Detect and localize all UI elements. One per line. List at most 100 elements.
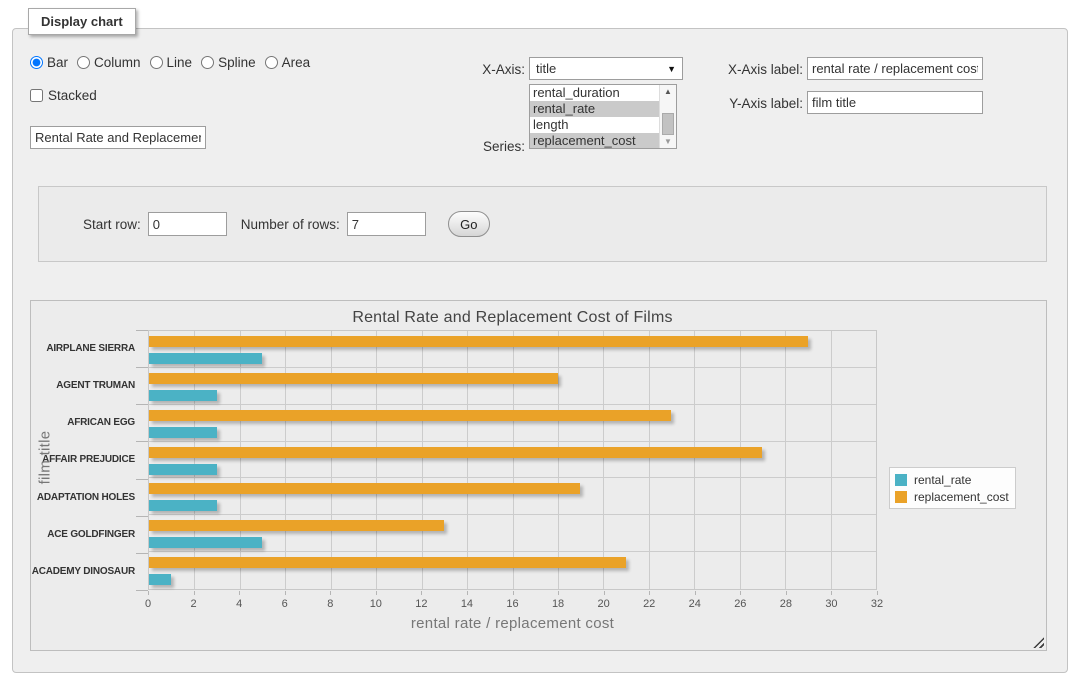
x-tick-label: 32 xyxy=(871,598,883,610)
series-option-rental_duration[interactable]: rental_duration xyxy=(530,85,659,101)
chart-type-bar[interactable]: Bar xyxy=(30,55,68,70)
go-button[interactable]: Go xyxy=(448,211,490,237)
x-axis-select[interactable]: title ▼ xyxy=(529,57,683,80)
stacked-option[interactable]: Stacked xyxy=(30,88,97,103)
legend-entry-rental_rate: rental_rate xyxy=(893,471,1009,488)
category-band xyxy=(149,478,876,515)
x-tick-label: 10 xyxy=(370,598,382,610)
series-listbox[interactable]: rental_durationrental_ratelengthreplacem… xyxy=(529,84,677,149)
x-tickmark xyxy=(148,591,149,595)
chart-type-radio-area[interactable] xyxy=(265,56,278,69)
bar-rental_rate xyxy=(149,427,217,438)
x-tickmark xyxy=(467,591,468,595)
chart-type-line[interactable]: Line xyxy=(150,55,193,70)
panel-title: Display chart xyxy=(28,8,136,35)
chart-type-area[interactable]: Area xyxy=(265,55,311,70)
legend-swatch xyxy=(895,491,907,503)
chart-canvas: Rental Rate and Replacement Cost of Film… xyxy=(30,300,1047,651)
series-option-rental_rate[interactable]: rental_rate xyxy=(530,101,659,117)
x-tickmark xyxy=(239,591,240,595)
category-band xyxy=(149,442,876,479)
start-row-input[interactable] xyxy=(148,212,227,236)
chart-legend: rental_rate replacement_cost xyxy=(889,467,1016,509)
x-tickmark xyxy=(330,591,331,595)
y-tickmark xyxy=(136,590,148,591)
chart-type-label: Area xyxy=(282,55,311,70)
chart-type-label: Spline xyxy=(218,55,256,70)
series-options: rental_durationrental_ratelengthreplacem… xyxy=(530,85,659,148)
chart-title-input[interactable] xyxy=(30,126,206,149)
chart-type-radio-line[interactable] xyxy=(150,56,163,69)
x-tick-label: 26 xyxy=(734,598,746,610)
series-scrollbar[interactable]: ▲ ▼ xyxy=(659,85,676,148)
plot-area xyxy=(148,330,877,590)
x-axis-field-label: X-Axis: xyxy=(440,62,525,77)
start-row-label: Start row: xyxy=(83,217,141,232)
bar-replacement_cost xyxy=(149,410,671,421)
legend-swatch xyxy=(895,474,907,486)
bar-rental_rate xyxy=(149,574,171,585)
legend-label: replacement_cost xyxy=(914,490,1009,504)
chart-type-label: Line xyxy=(167,55,193,70)
bar-replacement_cost xyxy=(149,373,558,384)
bar-rental_rate xyxy=(149,353,262,364)
number-of-rows-label: Number of rows: xyxy=(241,217,340,232)
chart-type-radio-spline[interactable] xyxy=(201,56,214,69)
chart-type-radio-group: Bar Column Line Spline Area xyxy=(30,55,310,70)
x-tickmark xyxy=(649,591,650,595)
resize-handle-icon[interactable] xyxy=(1033,637,1044,648)
y-tickmark xyxy=(136,441,148,442)
category-band xyxy=(149,552,876,589)
x-tick-label: 14 xyxy=(461,598,473,610)
legend-label: rental_rate xyxy=(914,473,971,487)
scroll-up-icon[interactable]: ▲ xyxy=(664,87,672,96)
stacked-label: Stacked xyxy=(48,88,97,103)
bar-replacement_cost xyxy=(149,557,626,568)
x-tick-label: 2 xyxy=(191,598,197,610)
number-of-rows-input[interactable] xyxy=(347,212,426,236)
category-band xyxy=(149,515,876,552)
chart-type-column[interactable]: Column xyxy=(77,55,141,70)
bar-replacement_cost xyxy=(149,520,444,531)
y-axis-tickmarks xyxy=(136,330,148,591)
x-tickmark xyxy=(786,591,787,595)
series-option-replacement_cost[interactable]: replacement_cost xyxy=(530,133,659,148)
x-tickmark xyxy=(558,591,559,595)
x-tickmark xyxy=(740,591,741,595)
bar-rental_rate xyxy=(149,464,217,475)
bar-rental_rate xyxy=(149,500,217,511)
x-axis-label-input[interactable] xyxy=(807,57,983,80)
x-tick-label: 12 xyxy=(415,598,427,610)
x-tick-label: 24 xyxy=(689,598,701,610)
legend-entry-replacement_cost: replacement_cost xyxy=(893,488,1009,505)
chart-type-label: Bar xyxy=(47,55,68,70)
scroll-down-icon[interactable]: ▼ xyxy=(664,137,672,146)
chart-type-radio-column[interactable] xyxy=(77,56,90,69)
x-tickmark xyxy=(513,591,514,595)
x-axis-tick-labels: 02468101214161820222426283032 xyxy=(148,598,877,612)
x-tick-label: 0 xyxy=(145,598,151,610)
row-range-box: Start row: Number of rows: Go xyxy=(38,186,1047,262)
x-tickmark xyxy=(376,591,377,595)
category-band xyxy=(149,405,876,442)
x-tick-label: 22 xyxy=(643,598,655,610)
x-tickmark xyxy=(194,591,195,595)
x-tickmark xyxy=(695,591,696,595)
x-tickmark xyxy=(421,591,422,595)
bar-replacement_cost xyxy=(149,483,580,494)
x-axis-selected-value: title xyxy=(536,61,667,76)
bar-replacement_cost xyxy=(149,447,762,458)
y-axis-label-input[interactable] xyxy=(807,91,983,114)
chart-type-spline[interactable]: Spline xyxy=(201,55,256,70)
chart-type-radio-bar[interactable] xyxy=(30,56,43,69)
x-tick-label: 18 xyxy=(552,598,564,610)
stacked-checkbox[interactable] xyxy=(30,89,43,102)
bar-rental_rate xyxy=(149,537,262,548)
x-tick-label: 20 xyxy=(598,598,610,610)
series-field-label: Series: xyxy=(440,139,525,154)
scrollbar-thumb[interactable] xyxy=(662,113,674,135)
x-axis-label-field-label: X-Axis label: xyxy=(700,62,803,77)
series-option-length[interactable]: length xyxy=(530,117,659,133)
x-axis-tickmarks xyxy=(148,591,877,596)
x-tickmark xyxy=(285,591,286,595)
